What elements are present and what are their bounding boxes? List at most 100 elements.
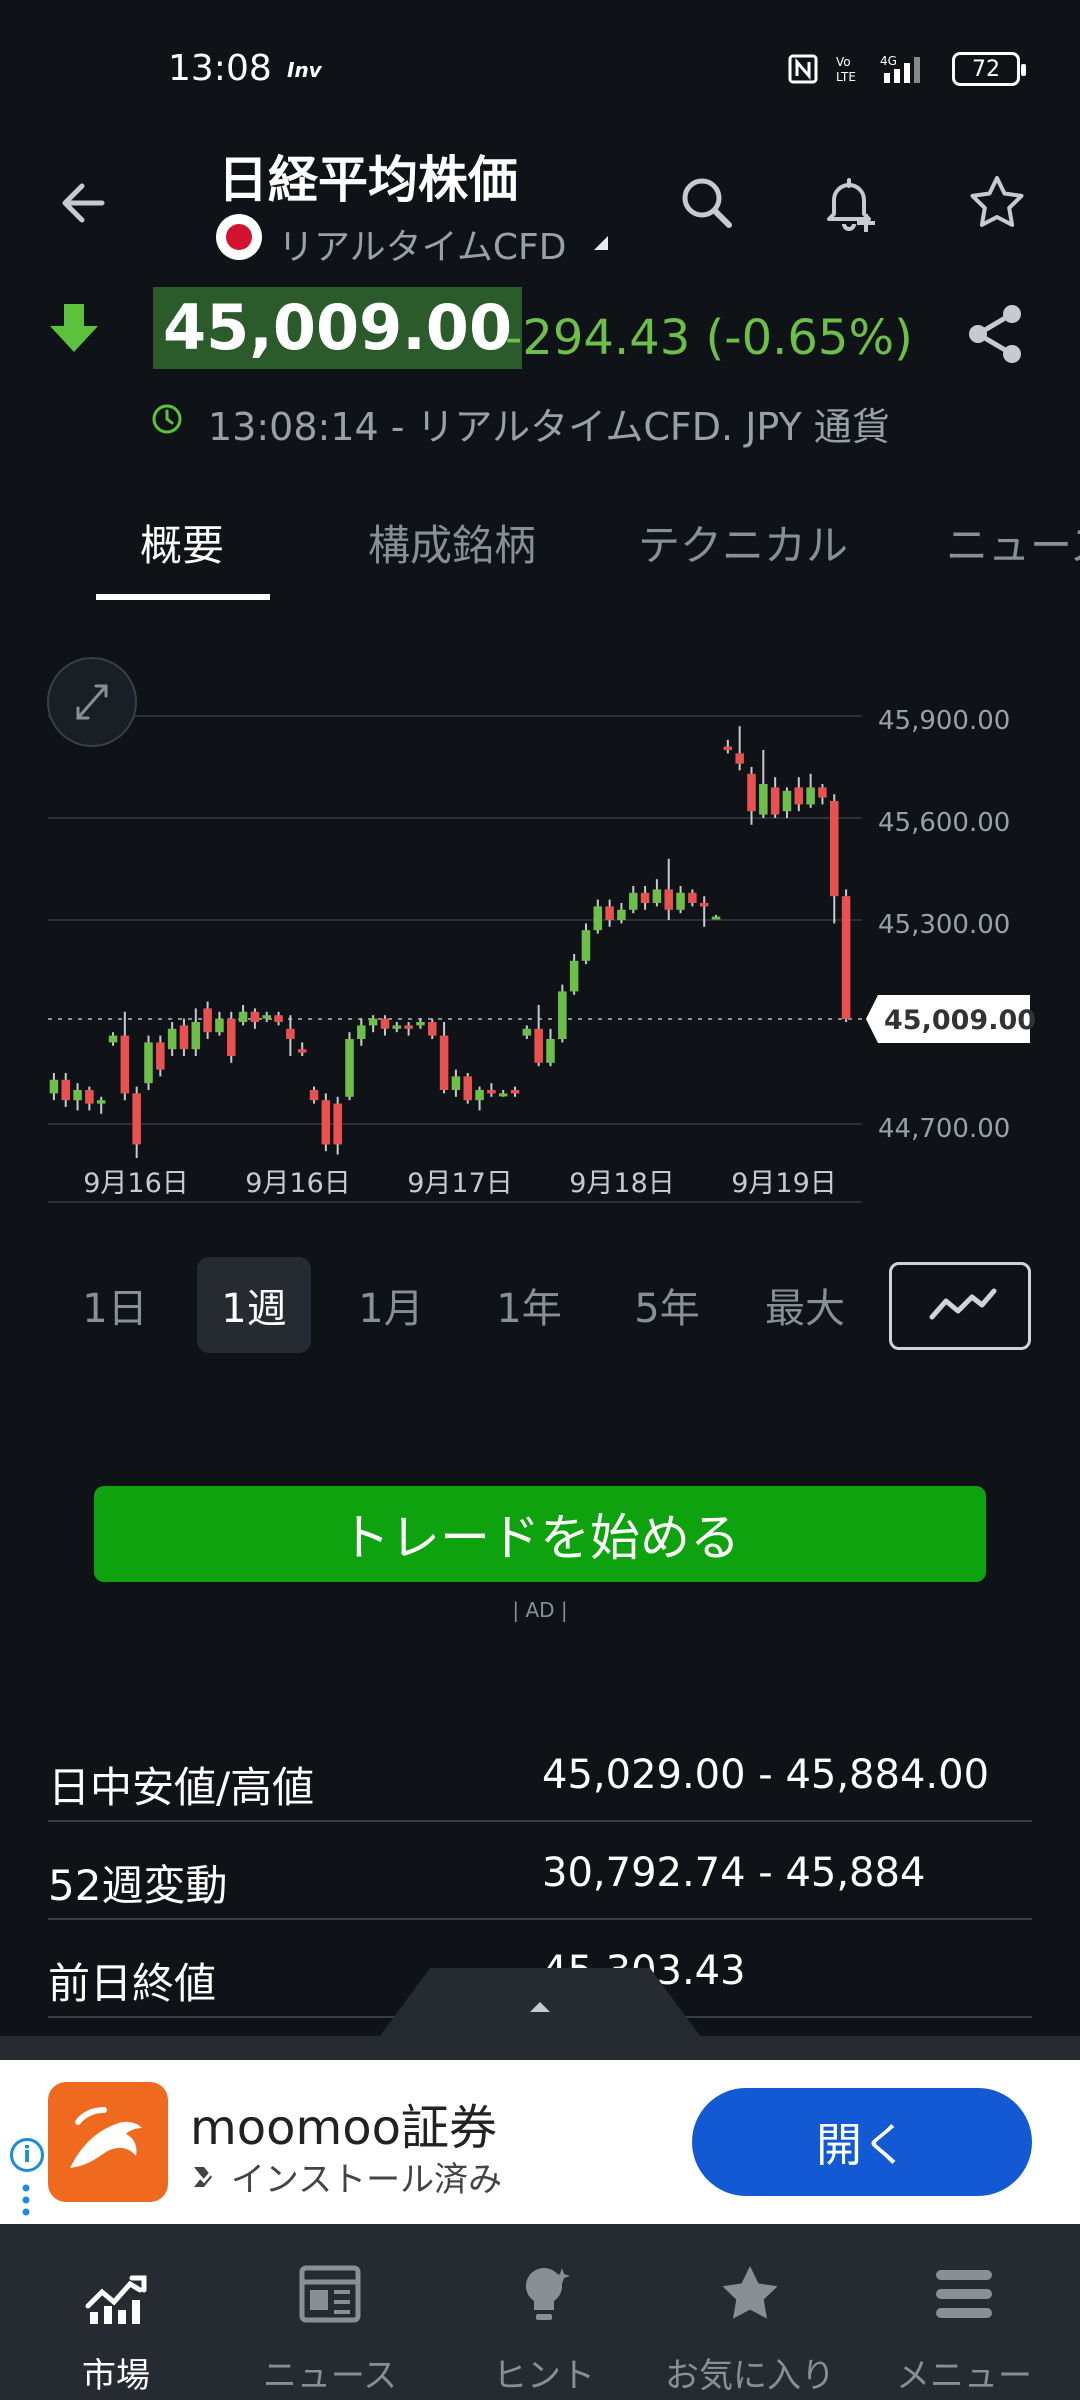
candle-body: [747, 773, 756, 812]
chart-type-button[interactable]: [889, 1262, 1031, 1350]
expand-ad-handle[interactable]: [380, 1968, 700, 2036]
candle-body: [309, 1090, 319, 1101]
chart-x-axis: 9月16日 9月16日 9月17日 9月18日 9月19日: [83, 1168, 837, 1199]
add-alert-bell-icon[interactable]: [814, 168, 884, 238]
candle-body: [759, 784, 768, 815]
back-arrow-icon[interactable]: [50, 168, 120, 238]
svg-text:Vo: Vo: [836, 55, 851, 69]
candle-body: [250, 1011, 260, 1022]
japan-flag-icon: [216, 214, 262, 260]
price-chart[interactable]: 45,900.00 45,600.00 45,300.00 44,700.00 9月1…: [0, 640, 1080, 1220]
candle-body: [167, 1028, 177, 1050]
candle-body: [688, 892, 697, 903]
line-chart-icon: [929, 1288, 997, 1320]
timeframe-1y[interactable]: 1年: [464, 1257, 594, 1353]
nav-markets[interactable]: 市場: [8, 2224, 224, 2400]
start-trading-button[interactable]: トレードを始める: [94, 1486, 986, 1582]
stat-value: 30,792.74 - 45,884: [542, 1850, 926, 1896]
moomoo-app-logo[interactable]: [48, 2082, 168, 2202]
signal-icon: 4G: [880, 54, 920, 83]
active-tab-indicator: [96, 594, 270, 600]
last-price-tag-text: 45,009.00: [884, 1005, 1036, 1036]
candle-body: [617, 909, 626, 920]
y-tick-label: 44,700.00: [878, 1114, 1010, 1144]
expand-chart-button[interactable]: [47, 657, 137, 747]
candle-body: [120, 1035, 130, 1094]
tab-constituents[interactable]: 構成銘柄: [368, 512, 536, 573]
nav-news[interactable]: ニュース: [222, 2224, 438, 2400]
candle-body: [215, 1018, 224, 1033]
menu-icon: [936, 2270, 992, 2318]
x-tick-label: 9月17日: [407, 1168, 513, 1199]
candle-body: [357, 1025, 366, 1039]
candle-body: [558, 991, 567, 1039]
market-chart-icon: [85, 2275, 147, 2324]
nav-favorites[interactable]: お気に入り: [642, 2224, 858, 2400]
candle-body: [640, 892, 650, 903]
candle-body: [321, 1100, 331, 1145]
candle-body: [262, 1015, 271, 1019]
candle-body: [711, 916, 721, 920]
candle-body: [297, 1049, 307, 1053]
volte-icon: VoLTE: [836, 55, 856, 84]
x-tick-label: 9月19日: [731, 1168, 837, 1199]
x-tick-label: 9月16日: [83, 1168, 189, 1199]
timeframe-1d[interactable]: 1日: [50, 1257, 180, 1353]
share-icon[interactable]: [960, 298, 1032, 370]
ad-more-icon[interactable]: [22, 2182, 30, 2222]
price-change: -294.43 (-0.65%): [505, 310, 913, 366]
candle-body: [770, 787, 780, 815]
candle-body: [345, 1039, 354, 1097]
stat-label: 52週変動: [48, 1861, 228, 1910]
candle-body: [428, 1022, 437, 1036]
candle-body: [581, 930, 591, 961]
lightbulb-icon: [525, 2268, 570, 2320]
search-icon[interactable]: [672, 168, 742, 238]
stat-row-day-range: 日中安値/高値 45,029.00 - 45,884.00: [48, 1724, 1032, 1822]
nav-menu[interactable]: メニュー: [856, 2224, 1072, 2400]
candle-body: [416, 1022, 425, 1026]
candle-body: [522, 1028, 532, 1036]
candle-body: [404, 1025, 413, 1029]
tab-technical[interactable]: テクニカル: [638, 512, 848, 573]
stat-value: 45,029.00 - 45,884.00: [542, 1752, 990, 1798]
data-source-selector[interactable]: リアルタイムCFD: [278, 218, 567, 270]
tab-overview[interactable]: 概要: [140, 512, 224, 573]
bottom-navigation: 市場 ニュース ヒント お気に入り メニュー: [0, 2224, 1080, 2400]
svg-text:LTE: LTE: [836, 70, 856, 84]
status-icons: Vo LTE 4G 72: [788, 52, 1026, 86]
timeframe-1m[interactable]: 1月: [326, 1257, 456, 1353]
candle-body: [830, 801, 839, 897]
caret-down-icon[interactable]: [594, 236, 608, 250]
x-tick-label: 9月18日: [569, 1168, 675, 1199]
candle-body: [333, 1103, 342, 1145]
ad-open-button[interactable]: 開く: [692, 2088, 1032, 2196]
candle-body: [664, 889, 673, 910]
down-arrow-icon: [50, 304, 98, 352]
candle-body: [108, 1035, 118, 1043]
nav-label: メニュー: [896, 2356, 1032, 2396]
candle-body: [699, 903, 709, 907]
timeframe-5y[interactable]: 5年: [602, 1257, 732, 1353]
candle-body: [498, 1093, 508, 1097]
ad-info-icon[interactable]: i: [10, 2138, 44, 2172]
candle-body: [85, 1090, 94, 1104]
candle-body: [61, 1079, 70, 1101]
candle-body: [569, 960, 579, 992]
ad-label: | AD |: [512, 1598, 568, 1622]
chart-candles: [49, 726, 851, 1158]
candle-body: [510, 1090, 520, 1094]
battery-indicator: 72: [952, 52, 1026, 86]
candle-body: [132, 1093, 141, 1145]
timeframe-max[interactable]: 最大: [740, 1257, 870, 1353]
chart-y-axis: 45,900.00 45,600.00 45,300.00 44,700.00: [878, 706, 1010, 1144]
candle-body: [676, 892, 685, 910]
timeframe-1w[interactable]: 1週: [197, 1257, 311, 1353]
tab-news[interactable]: ニュース: [946, 512, 1080, 573]
x-tick-label: 9月16日: [245, 1168, 351, 1199]
ad-title: moomoo証券: [190, 2100, 497, 2156]
last-price-tag: 45,009.00: [866, 994, 1036, 1043]
favorite-star-icon[interactable]: [962, 168, 1032, 238]
nav-tips[interactable]: ヒント: [436, 2224, 652, 2400]
candle-body: [806, 787, 815, 805]
